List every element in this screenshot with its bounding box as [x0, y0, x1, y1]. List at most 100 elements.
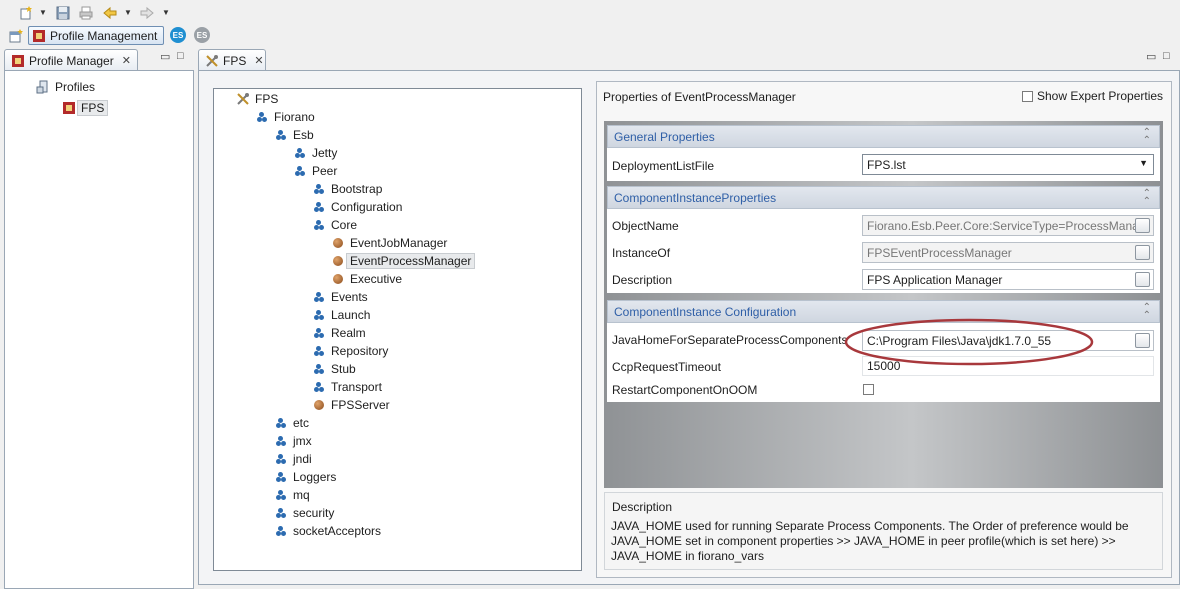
open-perspective-icon[interactable]	[8, 28, 24, 44]
collapse-icon[interactable]: ⌃ ⌃	[1143, 128, 1151, 146]
tree-item-label: Profiles	[55, 80, 96, 94]
show-expert-checkbox[interactable]	[1022, 90, 1033, 102]
tree-item-security[interactable]: security	[274, 505, 334, 521]
package-icon	[255, 110, 269, 124]
print-icon[interactable]	[78, 5, 94, 21]
tab-label: FPS	[223, 53, 247, 68]
tree-item-socketacceptors[interactable]: socketAcceptors	[274, 523, 381, 539]
new-icon[interactable]	[18, 5, 34, 21]
tree-item-transport[interactable]: Transport	[312, 379, 382, 395]
package-icon	[274, 488, 288, 502]
package-icon	[312, 200, 326, 214]
tree-item-label: Stub	[331, 362, 356, 376]
tree-item-fiorano[interactable]: Fiorano	[255, 109, 315, 125]
tree-item-label: FPS	[255, 92, 279, 106]
instanceof-field[interactable]: FPSEventProcessManager	[862, 242, 1154, 263]
tree-item-label: Launch	[331, 308, 371, 322]
new-dropdown-icon[interactable]: ▼	[39, 8, 47, 17]
objectname-field[interactable]: Fiorano.Esb.Peer.Core:ServiceType=Proces…	[862, 215, 1154, 236]
tree-item-label: jmx	[293, 434, 312, 448]
tree-item-label: Events	[331, 290, 368, 304]
property-label: ObjectName	[612, 219, 679, 233]
tree-item-fpsserver[interactable]: FPSServer	[312, 397, 390, 413]
field-value: FPS Application Manager	[867, 272, 1003, 287]
es-perspective-disabled-icon[interactable]: ES	[194, 27, 210, 43]
es-perspective-icon[interactable]: ES	[170, 27, 186, 43]
tree-item-executive[interactable]: Executive	[331, 271, 402, 287]
tab-profile-manager[interactable]: Profile Manager ✕	[4, 49, 138, 71]
profile-manager-panel: Profiles FPS	[4, 70, 194, 589]
tree-item-launch[interactable]: Launch	[312, 307, 370, 323]
collapse-icon[interactable]: ⌃ ⌃	[1143, 189, 1151, 207]
property-row-objectname: ObjectName Fiorano.Esb.Peer.Core:Service…	[607, 209, 1160, 236]
tree-item-label: Jetty	[312, 146, 338, 160]
description-field[interactable]: FPS Application Manager	[862, 269, 1154, 290]
tree-item-events[interactable]: Events	[312, 289, 368, 305]
show-expert-properties[interactable]: Show Expert Properties	[1022, 89, 1163, 103]
bean-icon	[331, 236, 345, 250]
tree-item-label: Executive	[350, 272, 403, 286]
package-icon	[312, 308, 326, 322]
maximize-icon[interactable]: □	[1163, 50, 1170, 62]
package-icon	[274, 416, 288, 430]
tree-item-loggers[interactable]: Loggers	[274, 469, 336, 485]
property-label: DeploymentListFile	[612, 159, 715, 173]
close-icon[interactable]: ✕	[122, 54, 131, 67]
tree-item-eventprocessmanager[interactable]: EventProcessManager	[331, 253, 476, 269]
tab-fps[interactable]: FPS ✕	[198, 49, 266, 71]
tree-item-jndi[interactable]: jndi	[274, 451, 312, 467]
minimize-icon[interactable]: ▭	[1146, 50, 1156, 63]
show-expert-label: Show Expert Properties	[1037, 89, 1164, 103]
tree-item-jetty[interactable]: Jetty	[293, 145, 337, 161]
minimize-icon[interactable]: ▭	[160, 50, 170, 63]
property-label: Description	[612, 273, 673, 287]
browse-button[interactable]	[1135, 333, 1150, 348]
tree-item-fps-profile[interactable]: FPS	[62, 100, 109, 116]
restart-on-oom-checkbox[interactable]	[863, 384, 874, 395]
tree-item-label: Bootstrap	[331, 182, 383, 196]
forward-dropdown-icon[interactable]: ▼	[162, 8, 170, 17]
component-tree: FPS Fiorano Esb Jetty Peer Bootstrap Configura…	[213, 88, 582, 571]
browse-button[interactable]	[1135, 245, 1150, 260]
help-text: JAVA_HOME used for running Separate Proc…	[611, 519, 1129, 563]
back-icon[interactable]	[102, 5, 118, 21]
tree-item-label: Esb	[293, 128, 314, 142]
section-component-instance-properties[interactable]: ComponentInstanceProperties ⌃ ⌃	[607, 186, 1160, 209]
package-icon	[293, 146, 307, 160]
section-title: ComponentInstance Configuration	[614, 304, 797, 319]
perspective-label: Profile Management	[50, 28, 158, 43]
browse-button[interactable]	[1135, 272, 1150, 287]
tree-item-etc[interactable]: etc	[274, 415, 309, 431]
collapse-icon[interactable]: ⌃ ⌃	[1143, 303, 1151, 321]
tree-item-fps[interactable]: FPS	[236, 91, 278, 107]
tree-item-core[interactable]: Core	[312, 217, 357, 233]
chevron-down-icon: ▼	[1139, 158, 1148, 168]
tree-item-mq[interactable]: mq	[274, 487, 310, 503]
tree-item-stub[interactable]: Stub	[312, 361, 356, 377]
tree-item-jmx[interactable]: jmx	[274, 433, 312, 449]
browse-button[interactable]	[1135, 218, 1150, 233]
tree-item-realm[interactable]: Realm	[312, 325, 366, 341]
back-dropdown-icon[interactable]: ▼	[124, 8, 132, 17]
package-icon	[274, 128, 288, 142]
tree-item-eventjobmanager[interactable]: EventJobManager	[331, 235, 447, 251]
deployment-list-select[interactable]: FPS.lst ▼	[862, 154, 1154, 175]
profile-icon	[62, 101, 76, 115]
tree-item-peer[interactable]: Peer	[293, 163, 337, 179]
tree-item-profiles[interactable]: Profiles	[36, 79, 95, 95]
highlight-ellipse	[844, 318, 1094, 366]
maximize-icon[interactable]: □	[177, 50, 184, 62]
tree-item-configuration[interactable]: Configuration	[312, 199, 402, 215]
close-icon[interactable]: ✕	[254, 54, 263, 67]
forward-icon[interactable]	[139, 5, 155, 21]
save-icon[interactable]	[55, 5, 71, 21]
tree-item-repository[interactable]: Repository	[312, 343, 388, 359]
profile-management-perspective-button[interactable]: Profile Management	[28, 26, 164, 45]
tree-item-esb[interactable]: Esb	[274, 127, 314, 143]
property-row-description: Description FPS Application Manager	[607, 263, 1160, 293]
tree-item-label: FPS	[77, 100, 109, 116]
section-general-properties[interactable]: General Properties ⌃ ⌃	[607, 125, 1160, 148]
tools-icon	[236, 92, 250, 106]
property-label: InstanceOf	[612, 246, 671, 260]
tree-item-bootstrap[interactable]: Bootstrap	[312, 181, 382, 197]
